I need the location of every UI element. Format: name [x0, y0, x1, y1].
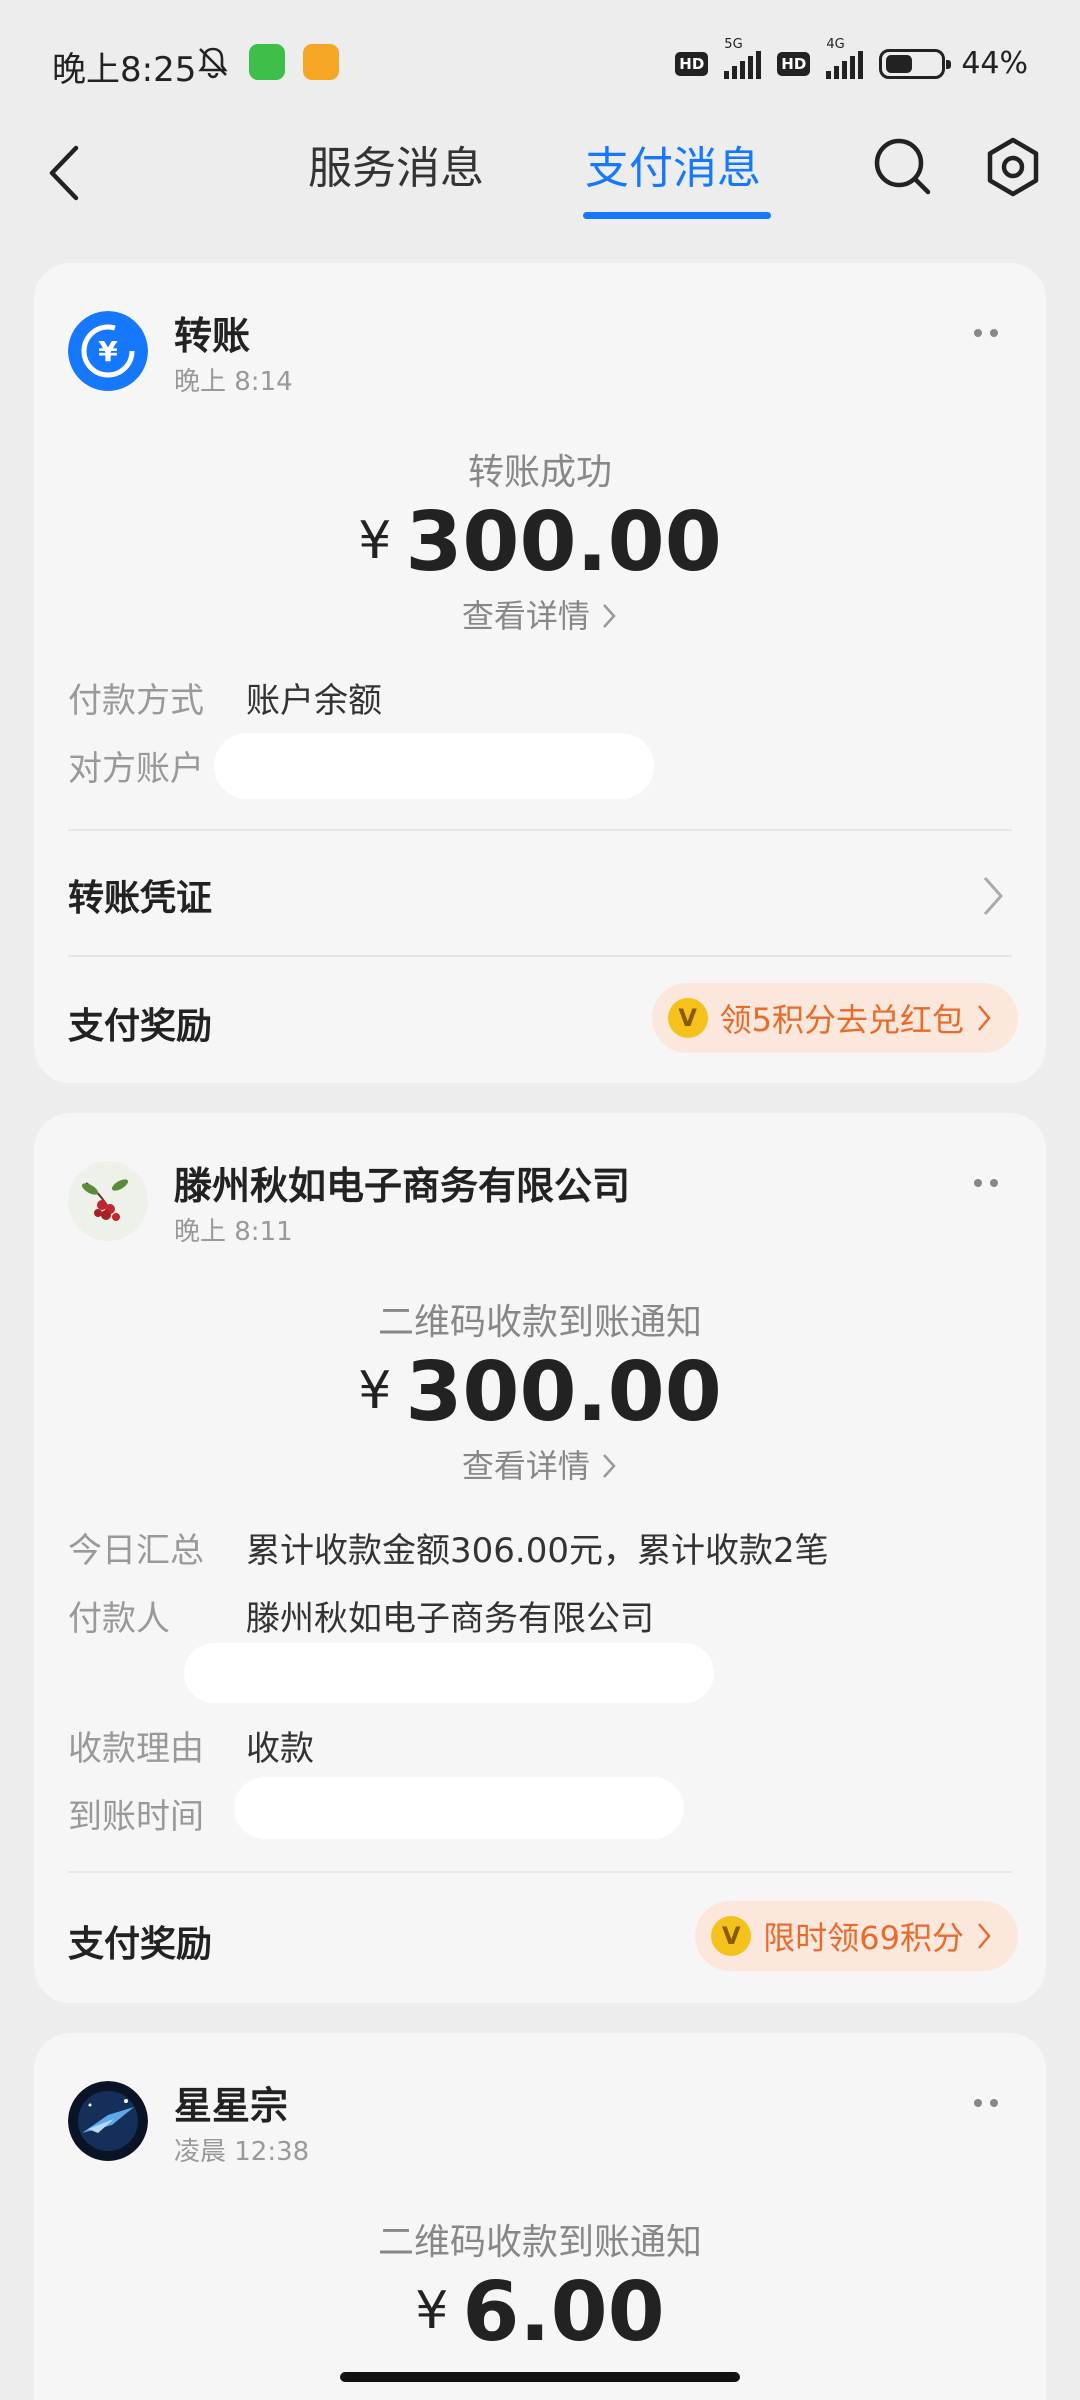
reward-pill-button[interactable]: V 限时领69积分: [695, 1901, 1018, 1971]
status-right-icons: HD 5G HD 4G 44%: [675, 37, 1028, 81]
message-app-icon: [303, 44, 339, 80]
notice-title: 二维码收款到账通知: [377, 2222, 702, 2263]
detail-row: 付款方式 账户余额: [68, 681, 382, 721]
divider: [68, 1871, 1012, 1873]
card-time: 凌晨 12:38: [174, 2137, 310, 2167]
status-bar: 晚上8:25 HD 5G HD 4G 44%: [0, 0, 1080, 130]
hd-icon: HD: [777, 51, 811, 76]
tab-payment-messages[interactable]: 支付消息: [585, 132, 761, 196]
tab-service-messages[interactable]: 服务消息: [308, 132, 484, 196]
merchant-avatar: [68, 1161, 148, 1241]
search-icon[interactable]: [870, 134, 936, 200]
detail-row: 到账时间: [68, 1797, 204, 1837]
wechat-app-icon: [249, 44, 285, 80]
chevron-right-icon: [978, 1923, 991, 1949]
transfer-yuan-icon: ¥: [68, 311, 148, 391]
status-notification-icons: [195, 44, 339, 80]
status-time: 晚上8:25: [52, 50, 197, 90]
redacted-area: [184, 1643, 714, 1703]
amount: ¥6.00: [415, 2265, 665, 2360]
card-title: 转账: [174, 314, 251, 358]
user-avatar: [68, 2081, 148, 2161]
divider: [68, 955, 1012, 957]
detail-row: 今日汇总 累计收款金额306.00元，累计收款2笔: [68, 1531, 829, 1571]
signal-5g-icon: 5G: [724, 37, 762, 79]
notice-title: 二维码收款到账通知: [377, 1302, 702, 1343]
amount: ¥300.00: [358, 1345, 722, 1440]
divider: [68, 829, 1012, 831]
header: 服务消息 支付消息: [0, 120, 1080, 230]
card-title: 滕州秋如电子商务有限公司: [174, 1164, 631, 1208]
card-time: 晚上 8:11: [174, 1217, 293, 1247]
signal-4g-icon: 4G: [826, 37, 864, 79]
redacted-area: [214, 733, 654, 799]
card-title: 星星宗: [174, 2084, 289, 2128]
more-icon[interactable]: [966, 2093, 1006, 2113]
view-details-link[interactable]: 查看详情: [34, 591, 1046, 637]
back-icon[interactable]: [40, 138, 90, 208]
chevron-right-icon: [603, 604, 616, 628]
more-icon[interactable]: [966, 1173, 1006, 1193]
amount: ¥300.00: [358, 495, 722, 590]
transfer-avatar: ¥: [68, 311, 148, 391]
transfer-voucher-label[interactable]: 转账凭证: [68, 869, 212, 921]
message-card[interactable]: 星星宗 凌晨 12:38 二维码收款到账通知 ¥6.00: [34, 2033, 1046, 2400]
detail-row: 付款人 滕州秋如电子商务有限公司: [68, 1599, 654, 1639]
chevron-right-icon: [603, 1454, 616, 1478]
gear-icon[interactable]: [980, 134, 1046, 200]
message-card[interactable]: ¥ 转账 晚上 8:14 转账成功 ¥300.00 查看详情 付款方式 账户余额 …: [34, 263, 1046, 1083]
payment-reward-label: 支付奖励: [68, 1006, 213, 1047]
active-tab-indicator: [583, 212, 771, 219]
view-details-link[interactable]: 查看详情: [34, 1441, 1046, 1487]
reward-pill-button[interactable]: V 领5积分去兑红包: [651, 983, 1018, 1053]
bell-muted-icon: [198, 47, 228, 79]
coin-icon: V: [667, 998, 708, 1038]
flower-avatar-image: [68, 1161, 148, 1241]
coin-icon: V: [711, 1916, 752, 1956]
notice-title: 转账成功: [467, 452, 612, 493]
svg-text:¥: ¥: [98, 335, 118, 368]
payment-reward-label: 支付奖励: [68, 1924, 213, 1965]
hd-icon: HD: [675, 51, 709, 76]
space-avatar-image: [68, 2081, 148, 2161]
card-time: 晚上 8:14: [174, 367, 293, 397]
battery-icon: [879, 48, 952, 79]
redacted-area: [234, 1777, 684, 1839]
chevron-right-icon[interactable]: [980, 873, 1006, 919]
message-card[interactable]: 滕州秋如电子商务有限公司 晚上 8:11 二维码收款到账通知 ¥300.00 查…: [34, 1113, 1046, 2003]
battery-percent: 44%: [961, 46, 1028, 81]
more-icon[interactable]: [966, 323, 1006, 343]
detail-row: 收款理由 收款: [68, 1729, 314, 1769]
home-indicator[interactable]: [340, 2372, 740, 2382]
chevron-right-icon: [978, 1005, 991, 1031]
